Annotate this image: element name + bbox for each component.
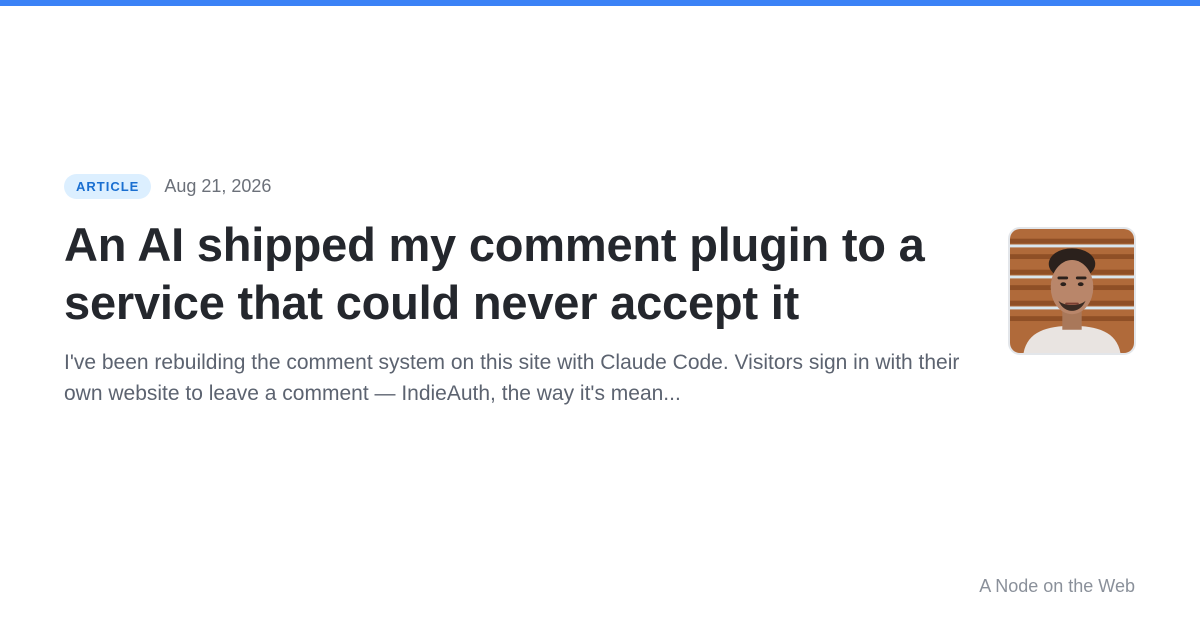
og-card: ARTICLE Aug 21, 2026 An AI shipped my co… [0, 0, 1200, 630]
top-accent-bar [0, 0, 1200, 6]
site-name: A Node on the Web [979, 576, 1135, 596]
post-type-badge: ARTICLE [64, 174, 152, 199]
post-date: Aug 21, 2026 [164, 176, 272, 196]
author-photo-icon [1010, 229, 1134, 353]
post-title: An AI shipped my comment plugin to a ser… [64, 218, 925, 329]
post-excerpt: I've been rebuilding the comment system … [64, 351, 960, 405]
post-meta: ARTICLE Aug 21, 2026 [64, 174, 271, 199]
author-avatar [1008, 227, 1136, 355]
